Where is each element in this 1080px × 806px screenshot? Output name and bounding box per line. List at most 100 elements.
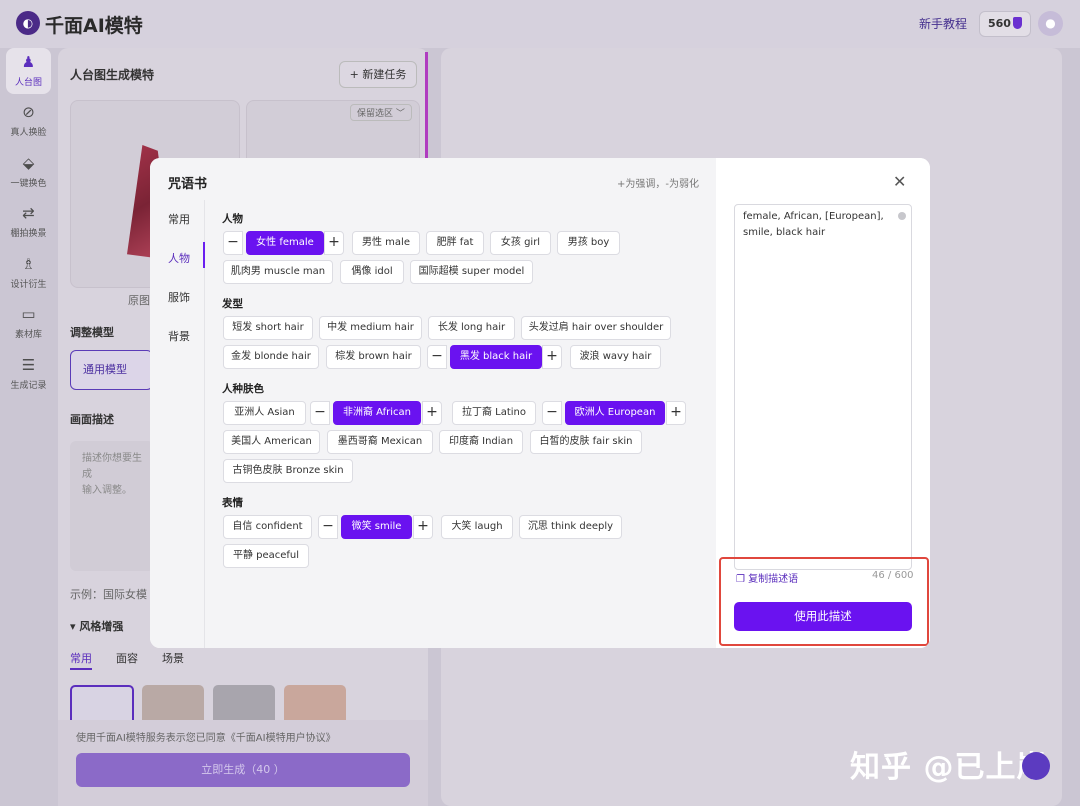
style-thumb[interactable] — [70, 685, 134, 725]
chip-super-model[interactable]: 国际超模 super model — [410, 260, 533, 284]
model-option[interactable]: 通用模型 — [70, 350, 153, 390]
section-skin: 人种肤色 — [222, 383, 264, 395]
folder-icon: ▭ — [21, 305, 36, 323]
style-tab-common[interactable]: 常用 — [70, 650, 92, 666]
style-tab-indicator — [70, 668, 92, 670]
chip-blonde-hair[interactable]: 金发 blonde hair — [223, 345, 319, 369]
chip-brown-hair[interactable]: 棕发 brown hair — [326, 345, 421, 369]
clear-icon[interactable] — [898, 212, 906, 220]
chip-black-hair[interactable]: 黑发 black hair — [450, 345, 542, 369]
example-text: 示例：国际女模 · — [70, 588, 154, 601]
nav-recolor[interactable]: ⬙ 一键换色 — [6, 149, 51, 195]
weaken-button[interactable]: − — [318, 515, 338, 539]
style-thumb[interactable] — [284, 685, 346, 725]
modal-hint: +为强调，-为弱化 — [617, 179, 699, 190]
chip-laugh[interactable]: 大笑 laugh — [441, 515, 513, 539]
nav-library[interactable]: ▭ 素材库 — [6, 300, 51, 346]
nav-label: 棚拍换景 — [10, 229, 47, 239]
emphasize-button[interactable]: + — [413, 515, 433, 539]
chip-male[interactable]: 男性 male — [352, 231, 420, 255]
agreement-text[interactable]: 使用千面AI模特服务表示您已同意《千面AI模特用户协议》 — [76, 729, 336, 744]
emphasize-button[interactable]: + — [422, 401, 442, 425]
chip-confident[interactable]: 自信 confident — [223, 515, 312, 539]
generate-button[interactable]: 立即生成（40 ） — [76, 753, 410, 787]
chip-peaceful[interactable]: 平静 peaceful — [223, 544, 309, 568]
chip-mexican[interactable]: 墨西哥裔 Mexican — [327, 430, 433, 454]
use-prompt-button[interactable]: 使用此描述 — [734, 602, 912, 631]
chip-latino[interactable]: 拉丁裔 Latino — [452, 401, 536, 425]
desc-input[interactable]: 描述你想要生成 输入调整。 — [70, 441, 154, 571]
modal-title: 咒语书 — [168, 177, 208, 192]
logo-icon: ◐ — [16, 11, 40, 35]
style-thumb[interactable] — [142, 685, 204, 725]
nav-label: 真人换脸 — [10, 128, 47, 138]
emphasize-button[interactable]: + — [324, 231, 344, 255]
gem-icon — [1013, 17, 1022, 29]
chip-fat[interactable]: 肥胖 fat — [426, 231, 484, 255]
style-tab-scene[interactable]: 场景 — [162, 650, 184, 666]
nav-label: 生成记录 — [10, 381, 47, 391]
chip-african[interactable]: 非洲裔 African — [333, 401, 421, 425]
nav-face-swap[interactable]: ⊘ 真人换脸 — [6, 98, 51, 144]
nav-mannequin[interactable]: ♟ 人台图 — [6, 48, 51, 94]
weaken-button[interactable]: − — [542, 401, 562, 425]
chip-girl[interactable]: 女孩 girl — [490, 231, 551, 255]
tab-person[interactable]: 人物 — [168, 250, 190, 266]
nav-label: 人台图 — [14, 78, 42, 88]
emphasize-button[interactable]: + — [666, 401, 686, 425]
chip-think-deeply[interactable]: 沉思 think deeply — [519, 515, 622, 539]
char-count: 46 / 600 — [872, 570, 914, 581]
face-swap-icon: ⊘ — [22, 103, 35, 121]
prompt-textarea[interactable]: female, African, [European], smile, blac… — [734, 204, 912, 570]
panel-title: 人台图生成模特 — [70, 68, 155, 82]
nav-label: 素材库 — [14, 330, 42, 340]
desc-title: 画面描述 — [70, 413, 114, 426]
chip-indian[interactable]: 印度裔 Indian — [439, 430, 523, 454]
weaken-button[interactable]: − — [310, 401, 330, 425]
chip-idol[interactable]: 偶像 idol — [340, 260, 404, 284]
weaken-button[interactable]: − — [223, 231, 243, 255]
chip-medium-hair[interactable]: 中发 medium hair — [319, 316, 422, 340]
credits-badge[interactable]: 560 — [979, 11, 1031, 37]
style-thumb[interactable] — [213, 685, 275, 725]
chip-bronze-skin[interactable]: 古铜色皮肤 Bronze skin — [223, 459, 353, 483]
keep-area-select[interactable]: 保留选区 ﹀ — [350, 104, 412, 121]
weaken-button[interactable]: − — [427, 345, 447, 369]
mannequin-icon: ♟ — [21, 53, 36, 71]
style-title[interactable]: ▾ 风格增强 — [70, 618, 123, 634]
spellbook-modal: 咒语书 +为强调，-为弱化 ✕ 常用 人物 服饰 背景 人物 发型 人种肤色 表… — [150, 158, 930, 648]
chip-long-hair[interactable]: 长发 long hair — [428, 316, 515, 340]
avatar[interactable]: ● — [1038, 11, 1063, 36]
chip-muscle-man[interactable]: 肌肉男 muscle man — [223, 260, 333, 284]
chip-female[interactable]: 女性 female — [246, 231, 324, 255]
nav-design[interactable]: ♗ 设计衍生 — [6, 250, 51, 296]
section-person: 人物 — [222, 213, 243, 225]
tab-background[interactable]: 背景 — [168, 328, 190, 344]
chip-smile[interactable]: 微笑 smile — [341, 515, 412, 539]
tab-common[interactable]: 常用 — [168, 211, 190, 227]
app-title: 千面AI模特 — [45, 15, 143, 37]
nav-scene[interactable]: ⇄ 棚拍换景 — [6, 199, 51, 245]
nav-history[interactable]: ☰ 生成记录 — [6, 351, 51, 397]
copy-prompt-button[interactable]: ❐ 复制描述语 — [736, 570, 798, 585]
scene-icon: ⇄ — [22, 204, 35, 222]
original-label: 原图 — [128, 294, 150, 307]
close-icon[interactable]: ✕ — [893, 172, 906, 191]
chip-fair-skin[interactable]: 白皙的皮肤 fair skin — [530, 430, 642, 454]
emphasize-button[interactable]: + — [542, 345, 562, 369]
nav-label: 一键换色 — [10, 179, 47, 189]
style-tab-face[interactable]: 面容 — [116, 650, 138, 666]
chip-boy[interactable]: 男孩 boy — [557, 231, 620, 255]
chip-short-hair[interactable]: 短发 short hair — [223, 316, 313, 340]
chip-american[interactable]: 美国人 American — [223, 430, 320, 454]
new-task-button[interactable]: + 新建任务 — [339, 61, 417, 88]
tutorial-link[interactable]: 新手教程 — [919, 15, 967, 32]
chip-hair-over-shoulder[interactable]: 头发过肩 hair over shoulder — [521, 316, 671, 340]
chip-asian[interactable]: 亚洲人 Asian — [223, 401, 306, 425]
shirt-icon: ♗ — [21, 255, 36, 273]
tab-clothing[interactable]: 服饰 — [168, 289, 190, 305]
panel-scrollbar[interactable] — [425, 52, 428, 162]
tab-active-indicator — [203, 242, 205, 268]
chip-european[interactable]: 欧洲人 European — [565, 401, 665, 425]
chip-wavy-hair[interactable]: 波浪 wavy hair — [570, 345, 661, 369]
